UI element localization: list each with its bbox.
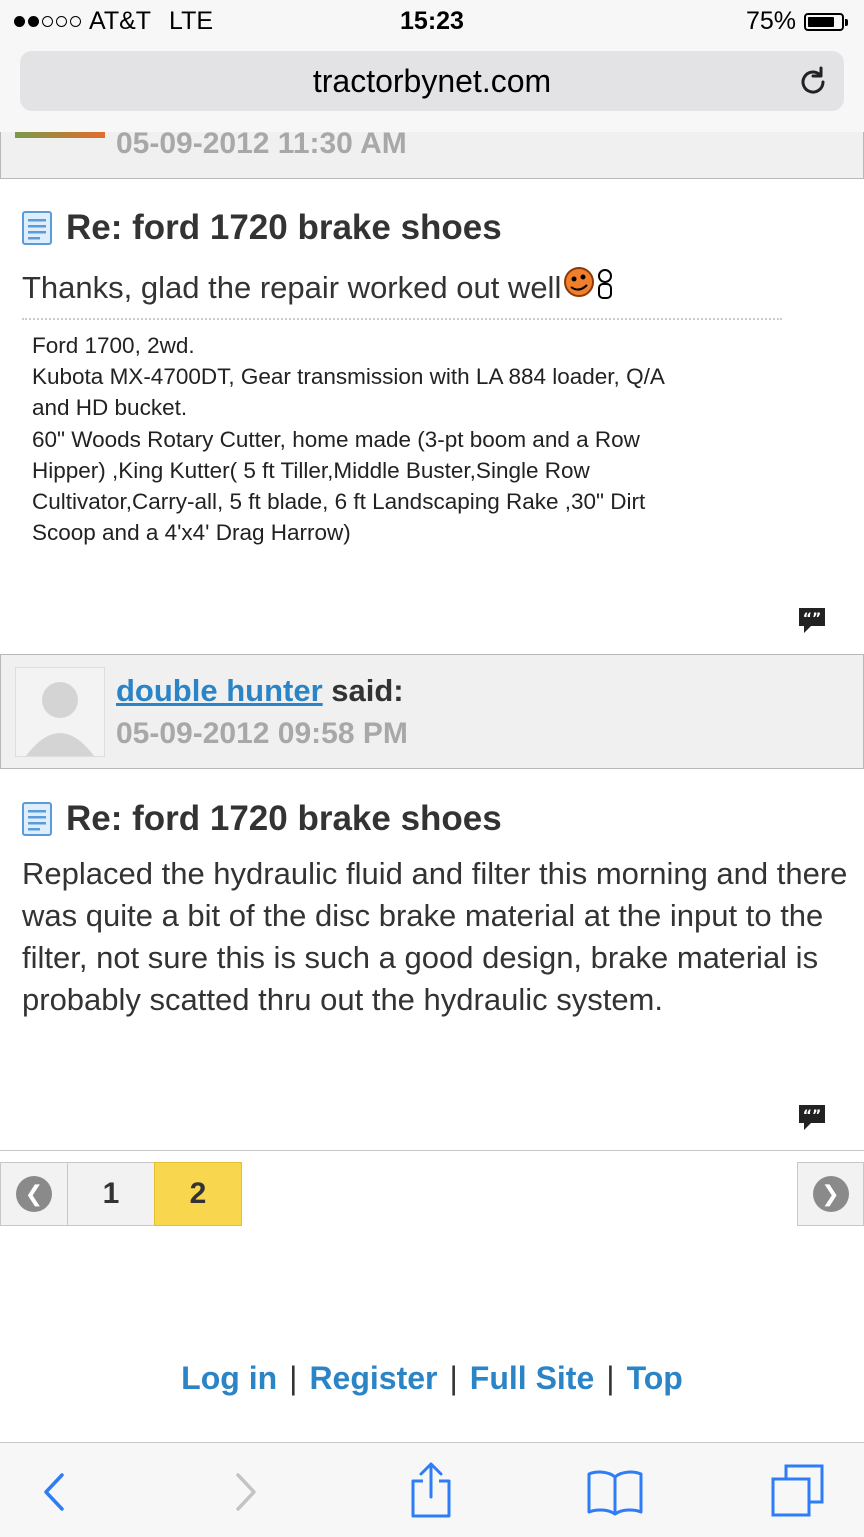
- document-icon: [22, 802, 52, 836]
- signature-line: and HD bucket.: [32, 395, 188, 421]
- browser-address-area: tractorbynet.com: [0, 44, 864, 133]
- signature-line: Cultivator,Carry-all, 5 ft blade, 6 ft L…: [32, 489, 646, 515]
- svg-text:“”: “”: [803, 1108, 821, 1124]
- address-bar[interactable]: tractorbynet.com: [20, 51, 844, 111]
- post-author: double hunter said:: [116, 673, 404, 709]
- clock: 15:23: [400, 7, 464, 35]
- battery-status: 75%: [745, 7, 848, 36]
- pagination: ❮ 1 2 ❯: [0, 1162, 864, 1228]
- quote-icon[interactable]: “”: [797, 606, 827, 636]
- document-icon: [22, 211, 52, 245]
- signature: Ford 1700, 2wd. Kubota MX-4700DT, Gear t…: [32, 330, 772, 548]
- forward-icon[interactable]: [220, 1467, 270, 1517]
- separator: |: [449, 1360, 458, 1396]
- signature-line: Scoop and a 4'x4' Drag Harrow): [32, 520, 351, 546]
- next-icon: ❯: [812, 1176, 849, 1212]
- register-link[interactable]: Register: [297, 1360, 449, 1396]
- avatar: [15, 132, 105, 138]
- url-text[interactable]: tractorbynet.com: [20, 63, 844, 100]
- top-link[interactable]: Top: [615, 1360, 695, 1396]
- footer-links: Log in | Register | Full Site | Top: [0, 1360, 864, 1397]
- page-1-button[interactable]: 1: [67, 1162, 155, 1226]
- avatar[interactable]: [15, 667, 105, 757]
- post-body: Thanks, glad the repair worked out well: [22, 266, 848, 309]
- post-title: Re: ford 1720 brake shoes: [22, 799, 502, 839]
- post-date: 05-09-2012 11:30 AM: [116, 132, 407, 160]
- post-header: 05-09-2012 11:30 AM: [0, 132, 864, 179]
- svg-text:“”: “”: [803, 611, 821, 627]
- post-body-text: Thanks, glad the repair worked out well: [22, 270, 562, 305]
- browser-toolbar: [0, 1442, 864, 1537]
- bookmarks-icon[interactable]: [586, 1467, 644, 1517]
- post-title-text: Re: ford 1720 brake shoes: [66, 208, 502, 247]
- post-title-text: Re: ford 1720 brake shoes: [66, 799, 502, 838]
- author-link[interactable]: double hunter: [116, 673, 323, 708]
- quote-icon[interactable]: “”: [797, 1103, 827, 1133]
- share-icon[interactable]: [406, 1461, 456, 1519]
- tabs-icon[interactable]: [770, 1463, 826, 1519]
- post-date: 05-09-2012 09:58 PM: [116, 717, 408, 750]
- signature-line: Hipper) ,King Kutter( 5 ft Tiller,Middle…: [32, 457, 590, 483]
- status-bar: AT&T LTE 15:23 75%: [0, 0, 864, 44]
- signature-divider: [22, 318, 782, 320]
- divider: [0, 1150, 864, 1151]
- full-site-link[interactable]: Full Site: [458, 1360, 606, 1396]
- battery-icon: [804, 12, 848, 31]
- prev-icon: ❮: [16, 1176, 52, 1212]
- post-title: Re: ford 1720 brake shoes: [22, 208, 502, 248]
- post-header: double hunter said: 05-09-2012 09:58 PM: [0, 654, 864, 769]
- prev-page-button[interactable]: ❮: [0, 1162, 68, 1226]
- page-content: 05-09-2012 11:30 AM Re: ford 1720 brake …: [0, 132, 864, 1442]
- page-2-button[interactable]: 2: [154, 1162, 242, 1226]
- said-label: said:: [331, 673, 404, 708]
- reload-icon[interactable]: [796, 65, 830, 99]
- signature-line: 60" Woods Rotary Cutter, home made (3-pt…: [32, 426, 640, 452]
- login-link[interactable]: Log in: [169, 1360, 289, 1396]
- next-page-button[interactable]: ❯: [797, 1162, 864, 1226]
- post-body: Replaced the hydraulic fluid and filter …: [22, 856, 848, 1017]
- signature-line: Kubota MX-4700DT, Gear transmission with…: [32, 364, 665, 390]
- back-icon[interactable]: [30, 1467, 80, 1517]
- emoticon-icon: [564, 267, 613, 299]
- signature-line: Ford 1700, 2wd.: [32, 333, 195, 358]
- separator: |: [606, 1360, 615, 1396]
- battery-percent: 75%: [745, 7, 796, 35]
